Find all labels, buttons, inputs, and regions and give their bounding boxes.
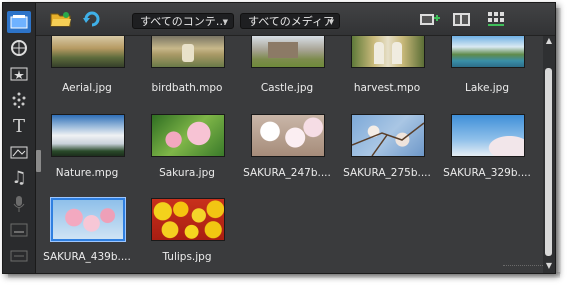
- media-item-sakura-275[interactable]: SAKURA_275b....: [337, 114, 437, 194]
- chevron-down-icon: ▼: [222, 18, 228, 26]
- chevron-down-icon: ▼: [328, 18, 334, 26]
- scroll-down-arrow-icon[interactable]: ▼: [543, 261, 555, 271]
- grid-view-icon[interactable]: [485, 10, 507, 28]
- scrollbar-thumb[interactable]: [545, 68, 552, 256]
- media-item-label: birdbath.mpo: [151, 82, 223, 94]
- media-item-label: Lake.jpg: [464, 82, 510, 94]
- thumbnail: [151, 198, 225, 241]
- thumbnail: [451, 114, 525, 157]
- thumbnail: [251, 114, 325, 157]
- media-item-label: SAKURA_275b....: [343, 167, 431, 179]
- thumbnail: [51, 36, 125, 68]
- media-item-sakura-329[interactable]: SAKURA_329b....: [437, 114, 537, 194]
- record-icon: [7, 193, 31, 215]
- media-filter-value: すべてのメディア: [248, 15, 335, 28]
- media-item-label: Castle.jpg: [260, 82, 314, 94]
- storyboard-icon[interactable]: [451, 10, 473, 28]
- media-item-label: Tulips.jpg: [162, 251, 212, 263]
- thumbnail: [351, 114, 425, 157]
- media-item-sakura-247[interactable]: SAKURA_247b....: [237, 114, 337, 194]
- title-icon[interactable]: T: [7, 115, 31, 137]
- particles-icon[interactable]: [7, 89, 31, 111]
- thumbnail: [251, 36, 325, 68]
- thumbnail: [351, 36, 425, 68]
- chapter-icon: [7, 245, 31, 267]
- vertical-scrollbar[interactable]: ▲ ▼: [543, 36, 555, 273]
- scroll-up-arrow-icon[interactable]: ▲: [543, 36, 555, 46]
- thumbnail: [151, 114, 225, 157]
- transitions-icon[interactable]: [7, 37, 31, 59]
- media-item-label: SAKURA_439b....: [43, 251, 131, 263]
- subtitle-icon: [7, 219, 31, 241]
- media-item-label: Aerial.jpg: [62, 82, 112, 94]
- open-folder-icon[interactable]: [50, 10, 72, 28]
- graphics-icon[interactable]: [7, 141, 31, 163]
- media-item-sakura[interactable]: Sakura.jpg: [137, 114, 237, 194]
- refresh-icon[interactable]: [82, 10, 104, 28]
- thumbnail: [50, 197, 126, 242]
- media-item-label: Nature.mpg: [55, 167, 119, 179]
- media-browser-window: T ♫ すべてのコンテ… ▼ すべてのメディア ▼ Aerial.jpg bir…: [2, 2, 556, 274]
- content-filter-value: すべてのコンテ…: [140, 15, 227, 28]
- media-library-icon[interactable]: [7, 11, 31, 33]
- media-item-tulips[interactable]: Tulips.jpg: [137, 198, 237, 273]
- media-filter-dropdown[interactable]: すべてのメディア ▼: [240, 13, 340, 29]
- top-toolbar: すべてのコンテ… ▼ すべてのメディア ▼: [36, 3, 555, 36]
- music-icon[interactable]: ♫: [7, 167, 31, 189]
- thumbnail: [51, 114, 125, 157]
- media-item-lake[interactable]: Lake.jpg: [437, 36, 537, 116]
- media-item-aerial[interactable]: Aerial.jpg: [37, 36, 137, 116]
- media-item-label: Sakura.jpg: [159, 167, 215, 179]
- media-item-label: SAKURA_247b....: [243, 167, 331, 179]
- resize-grip[interactable]: [503, 265, 543, 272]
- content-filter-dropdown[interactable]: すべてのコンテ… ▼: [132, 13, 234, 29]
- thumbnail: [451, 36, 525, 68]
- media-grid: Aerial.jpg birdbath.mpo Castle.jpg harve…: [37, 36, 541, 273]
- media-item-label: SAKURA_329b....: [443, 167, 531, 179]
- add-clip-icon[interactable]: [419, 10, 441, 28]
- effects-icon[interactable]: [7, 63, 31, 85]
- media-item-sakura-439[interactable]: SAKURA_439b....: [37, 197, 137, 273]
- media-item-birdbath[interactable]: birdbath.mpo: [137, 36, 237, 116]
- media-item-castle[interactable]: Castle.jpg: [237, 36, 337, 116]
- media-item-label: harvest.mpo: [353, 82, 421, 94]
- media-item-nature[interactable]: Nature.mpg: [37, 114, 137, 194]
- thumbnail: [151, 36, 225, 68]
- media-item-harvest[interactable]: harvest.mpo: [337, 36, 437, 116]
- left-toolbar: T ♫: [3, 3, 36, 273]
